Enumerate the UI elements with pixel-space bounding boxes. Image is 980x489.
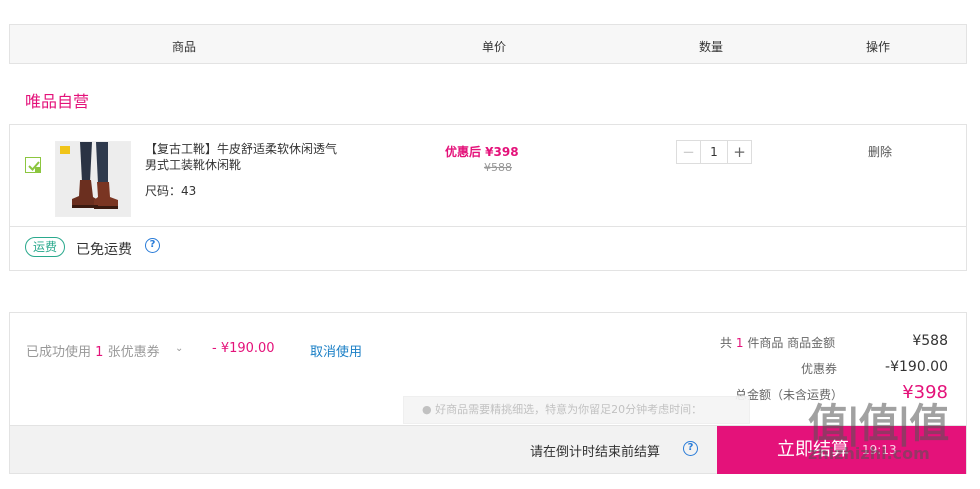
countdown-tooltip: ● 好商品需要精挑细选，特意为你留足20分钟考虑时间： — [403, 396, 750, 424]
shipping-status: 已免运费 — [76, 242, 132, 258]
checkout-footer: 请在倒计时结束前结算 ? 立即结算 19:13 — [10, 425, 966, 474]
discounted-price: 优惠后 ¥398 — [445, 145, 519, 159]
shipping-badge: 运费 — [25, 237, 66, 257]
divider — [10, 226, 966, 227]
coupon-suffix: 张优惠券 — [107, 345, 160, 360]
checkout-summary: 已成功使用 1 张优惠券 ⌄ - ¥190.00 取消使用 共 1 件商品 商品… — [9, 312, 967, 474]
cart-table-header: 商品 单价 数量 操作 — [9, 24, 967, 64]
coupon-used-text[interactable]: 已成功使用 1 张优惠券 — [26, 341, 160, 360]
coupon-count: 1 — [95, 345, 104, 360]
delete-item-button[interactable]: 删除 — [868, 143, 892, 160]
coupon-amount: - ¥190.00 — [212, 341, 275, 356]
shipping-help-icon[interactable]: ? — [145, 238, 160, 253]
coupon-prefix: 已成功使用 — [26, 345, 92, 360]
chevron-down-icon[interactable]: ⌄ — [175, 343, 183, 354]
total-label: 总金额（未含运费） — [735, 388, 844, 402]
decrease-quantity-button[interactable]: − — [677, 141, 701, 163]
product-size: 尺码：43 — [145, 184, 197, 198]
item-checkbox[interactable] — [25, 157, 41, 173]
item-count-label: 共 1 件商品 商品金额 — [720, 334, 835, 351]
countdown-help-icon[interactable]: ? — [683, 441, 698, 456]
increase-quantity-button[interactable]: + — [727, 141, 751, 163]
total-amount: ¥398 — [902, 382, 948, 403]
product-thumbnail[interactable] — [55, 141, 131, 217]
brand-tag-icon — [60, 146, 70, 154]
goods-amount: ¥588 — [912, 333, 948, 349]
countdown-message: 请在倒计时结束前结算 — [530, 445, 661, 460]
header-product: 商品 — [172, 40, 197, 54]
quantity-stepper: − 1 + — [676, 140, 752, 164]
discount-amount: -¥190.00 — [885, 359, 948, 375]
product-title[interactable]: 【复古工靴】牛皮舒适柔软休闲透气男式工装靴休闲靴 — [145, 141, 345, 173]
quantity-input[interactable]: 1 — [701, 141, 727, 163]
count-prefix: 共 — [720, 336, 733, 350]
original-price: ¥588 — [484, 161, 512, 174]
shop-name: 唯品自营 — [25, 92, 90, 111]
cart-item: 【复古工靴】牛皮舒适柔软休闲透气男式工装靴休闲靴 尺码：43 优惠后 ¥398 … — [9, 124, 967, 271]
header-actions: 操作 — [866, 40, 891, 54]
check-icon — [28, 161, 40, 172]
count-suffix: 件商品 商品金额 — [747, 336, 836, 350]
header-quantity: 数量 — [699, 40, 724, 54]
header-unit-price: 单价 — [482, 40, 507, 54]
checkout-button[interactable]: 立即结算 — [717, 426, 966, 474]
discount-label: 优惠券 — [801, 362, 838, 376]
cancel-coupon-link[interactable]: 取消使用 — [310, 341, 362, 360]
countdown-timer: 19:13 — [862, 443, 897, 457]
item-count: 1 — [735, 336, 744, 350]
